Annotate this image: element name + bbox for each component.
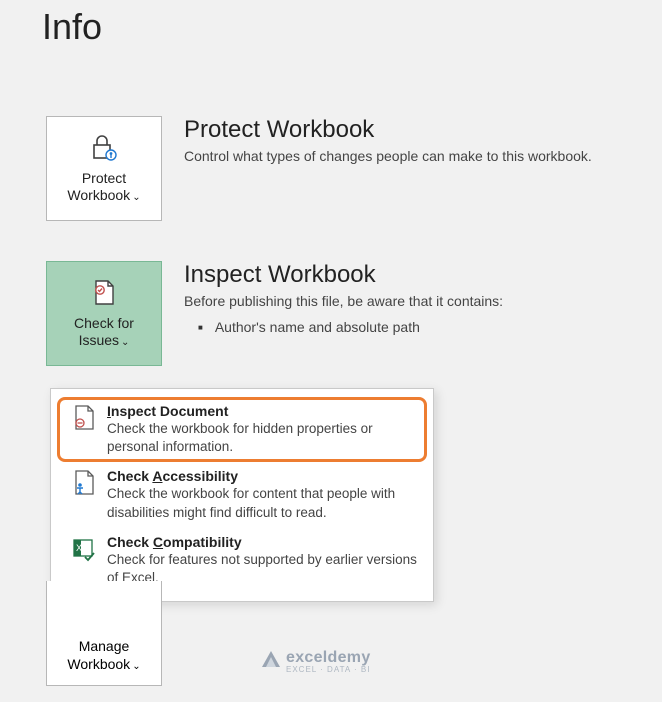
watermark: exceldemy EXCEL · DATA · BI	[260, 648, 371, 675]
inspect-bullet: ■ Author's name and absolute path	[184, 319, 503, 335]
inspect-document-item[interactable]: Inspect Document Check the workbook for …	[51, 397, 433, 462]
watermark-icon	[260, 648, 282, 675]
accessibility-icon	[69, 468, 107, 503]
info-content: Protect Workbook⌄ Protect Workbook Contr…	[0, 48, 662, 366]
inspect-row: Check for Issues⌄ Inspect Workbook Befor…	[46, 261, 662, 366]
protect-desc: Control what types of changes people can…	[184, 148, 592, 164]
check-accessibility-desc: Check the workbook for content that peop…	[107, 485, 419, 521]
inspect-bullet-text: Author's name and absolute path	[215, 319, 420, 335]
check-accessibility-item[interactable]: Check Accessibility Check the workbook f…	[51, 462, 433, 527]
compatibility-icon: X	[69, 534, 107, 569]
check-issues-tile-label: Check for Issues⌄	[74, 315, 134, 350]
bullet-icon: ■	[198, 323, 203, 332]
document-inspect-icon	[69, 403, 107, 438]
inspect-document-title: Inspect Document	[107, 403, 419, 419]
check-issues-dropdown: Inspect Document Check the workbook for …	[50, 388, 434, 602]
check-compatibility-title: Check Compatibility	[107, 534, 419, 550]
inspect-heading: Inspect Workbook	[184, 261, 503, 289]
document-check-icon	[89, 278, 119, 311]
protect-heading: Protect Workbook	[184, 116, 592, 144]
inspect-desc: Before publishing this file, be aware th…	[184, 293, 503, 309]
manage-workbook-button[interactable]: Manage Workbook⌄	[46, 581, 162, 686]
chevron-down-icon: ⌄	[121, 337, 129, 348]
inspect-section-text: Inspect Workbook Before publishing this …	[184, 261, 503, 335]
page-title: Info	[0, 0, 662, 48]
check-accessibility-title: Check Accessibility	[107, 468, 419, 484]
watermark-sub: EXCEL · DATA · BI	[286, 665, 371, 674]
protect-tile-label: Protect Workbook⌄	[67, 170, 140, 205]
protect-workbook-button[interactable]: Protect Workbook⌄	[46, 116, 162, 221]
check-for-issues-button[interactable]: Check for Issues⌄	[46, 261, 162, 366]
chevron-down-icon: ⌄	[132, 192, 140, 203]
protect-section-text: Protect Workbook Control what types of c…	[184, 116, 592, 164]
chevron-down-icon: ⌄	[132, 661, 140, 672]
lock-icon	[89, 133, 119, 166]
protect-row: Protect Workbook⌄ Protect Workbook Contr…	[46, 116, 662, 221]
svg-text:X: X	[76, 543, 82, 553]
inspect-document-desc: Check the workbook for hidden properties…	[107, 420, 419, 456]
manage-tile-label: Manage Workbook⌄	[67, 638, 140, 673]
